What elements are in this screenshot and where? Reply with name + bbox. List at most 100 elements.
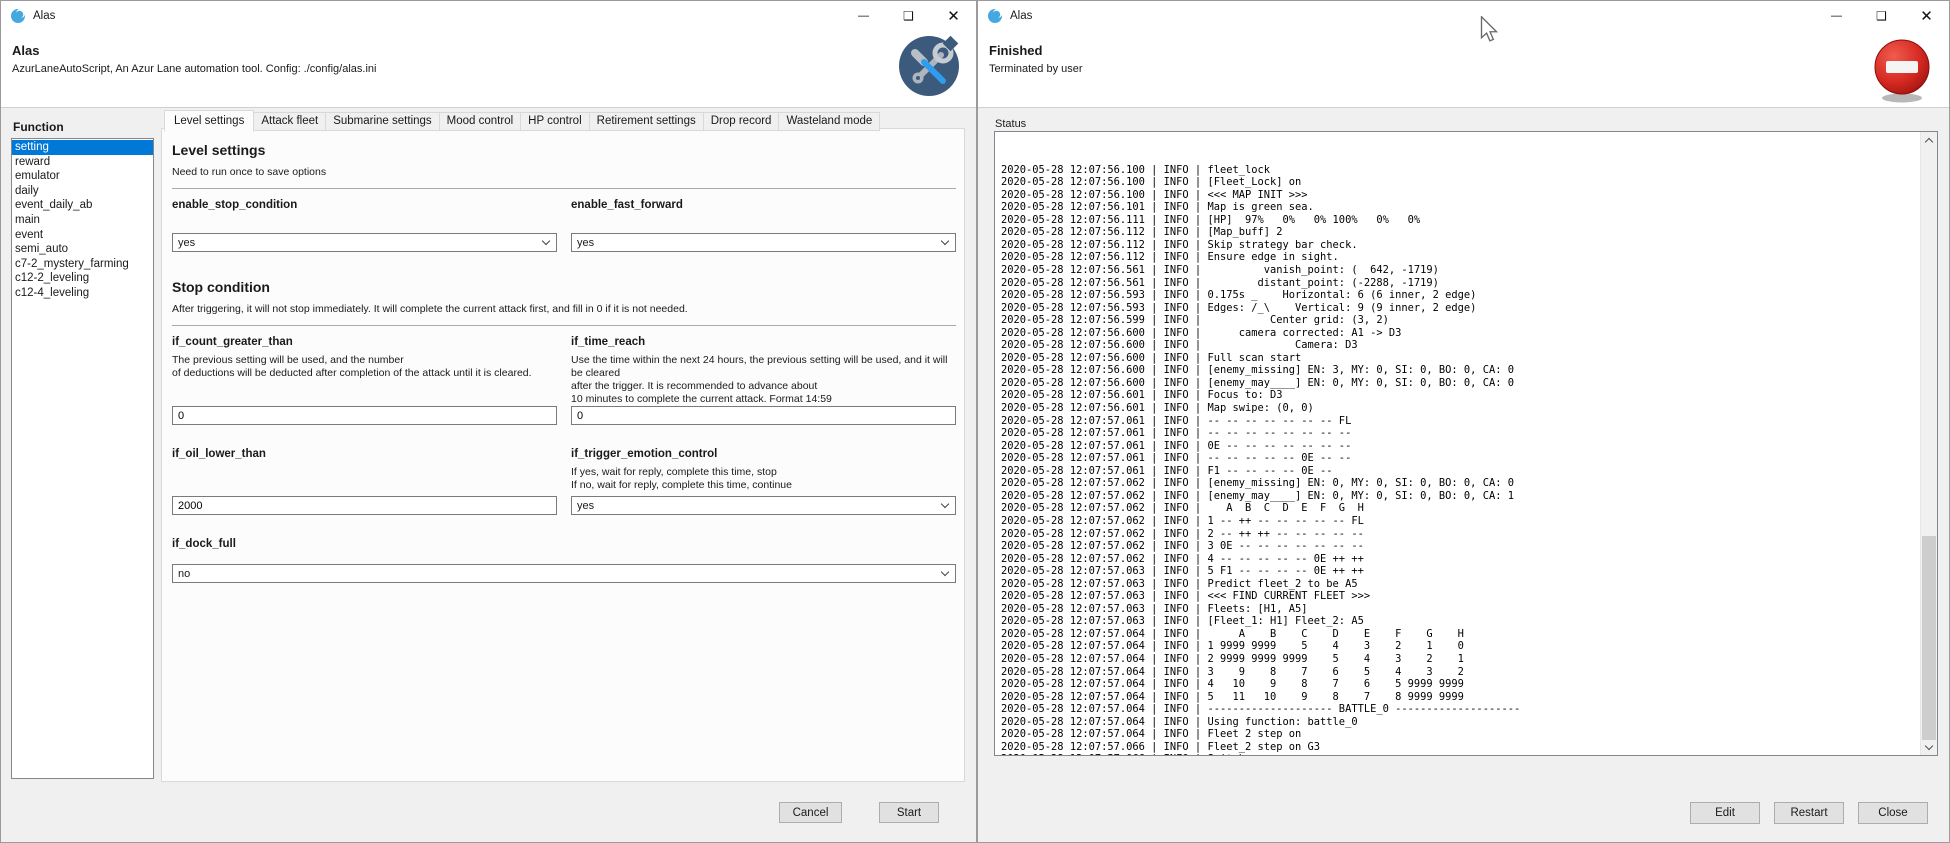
edit-button[interactable]: Edit [1690,802,1760,824]
log-line: 2020-05-28 12:07:57.061 | INFO | 0E -- -… [1001,440,1918,453]
enable-stop-condition-value: yes [178,237,195,249]
tools-badge-icon [896,34,962,100]
if-count-greater-than-input[interactable] [172,406,557,425]
log-line: 2020-05-28 12:07:56.593 | INFO | 0.175s … [1001,289,1918,302]
log-line: 2020-05-28 12:07:57.061 | INFO | F1 -- -… [1001,465,1918,478]
log-line: 2020-05-28 12:07:57.061 | INFO | -- -- -… [1001,427,1918,440]
log-output[interactable]: 2020-05-28 12:07:56.100 | INFO | fleet_l… [994,131,1938,756]
field-if-dock-full: if_dock_full no [172,538,956,583]
settings-tab[interactable]: HP control [521,112,589,131]
desktop: Alas — ❑ ✕ Alas AzurLaneAutoScript, An A… [0,0,1950,843]
log-line: 2020-05-28 12:07:56.112 | INFO | Ensure … [1001,251,1918,264]
if-oil-lower-than-input[interactable] [172,496,557,515]
function-list-item[interactable]: main [12,213,153,228]
log-line: 2020-05-28 12:07:57.063 | INFO | <<< FIN… [1001,590,1918,603]
log-line: 2020-05-28 12:07:57.062 | INFO | 4 -- --… [1001,553,1918,566]
log-line: 2020-05-28 12:07:56.593 | INFO | Edges: … [1001,302,1918,315]
function-list-item[interactable]: daily [12,184,153,199]
if-dock-full-select[interactable]: no [172,564,956,583]
log-line: 2020-05-28 12:07:57.064 | INFO | 1 9999 … [1001,640,1918,653]
if-time-reach-input[interactable] [571,406,956,425]
log-window: Alas — ❑ ✕ Finished Terminated by user [977,0,1950,843]
minimize-button[interactable]: — [1814,1,1859,30]
settings-tabstrip: Level settingsAttack fleetSubmarine sett… [164,110,880,131]
function-list-item[interactable]: semi_auto [12,242,153,257]
maximize-button[interactable]: ❑ [886,1,931,30]
section-help-level-settings: Need to run once to save options [172,166,956,178]
settings-tab[interactable]: Attack fleet [254,112,326,131]
log-line: 2020-05-28 12:07:56.111 | INFO | [HP] 97… [1001,214,1918,227]
scroll-up-icon[interactable] [1921,132,1937,148]
section-heading-stop-condition: Stop condition [172,279,956,295]
settings-tab[interactable]: Level settings [164,110,254,132]
maximize-button[interactable]: ❑ [1859,1,1904,30]
log-line: 2020-05-28 12:07:56.112 | INFO | [Map_bu… [1001,226,1918,239]
close-button[interactable]: ✕ [931,1,976,30]
function-list-item[interactable]: event [12,228,153,243]
settings-tab[interactable]: Wasteland mode [779,112,880,131]
chevron-down-icon [941,237,949,245]
function-list-item[interactable]: reward [12,155,153,170]
if-trigger-emotion-control-desc: If yes, wait for reply, complete this ti… [571,466,956,492]
field-enable-stop-condition: enable_stop_condition yes [172,199,557,252]
if-trigger-emotion-control-label: if_trigger_emotion_control [571,448,956,460]
enable-fast-forward-value: yes [577,237,594,249]
log-line: 2020-05-28 12:07:56.599 | INFO | Center … [1001,314,1918,327]
chevron-down-icon [542,237,550,245]
level-settings-tabpage: Level settings Need to run once to save … [161,128,965,782]
right-titlebar[interactable]: Alas — ❑ ✕ [978,1,1949,30]
chevron-down-icon [941,568,949,576]
function-list-item[interactable]: c7-2_mystery_farming [12,257,153,272]
minimize-button[interactable]: — [841,1,886,30]
settings-tab[interactable]: Submarine settings [326,112,439,131]
if-dock-full-label: if_dock_full [172,538,956,550]
settings-tab[interactable]: Drop record [704,112,780,131]
field-if-trigger-emotion-control: if_trigger_emotion_control If yes, wait … [571,448,956,515]
settings-tab[interactable]: Retirement settings [590,112,704,131]
start-button[interactable]: Start [879,802,939,823]
function-list-item[interactable]: emulator [12,169,153,184]
right-header: Finished Terminated by user [978,30,1949,108]
field-if-time-reach: if_time_reach Use the time within the ne… [571,336,956,425]
log-line: 2020-05-28 12:07:56.100 | INFO | <<< MAP… [1001,189,1918,202]
log-scrollbar[interactable] [1920,132,1937,755]
function-list-item[interactable]: setting [12,140,153,155]
function-list-item[interactable]: c12-4_leveling [12,286,153,301]
log-line: 2020-05-28 12:07:57.062 | INFO | A B C D… [1001,502,1918,515]
close-button[interactable]: ✕ [1904,1,1949,30]
log-line: 2020-05-28 12:07:57.064 | INFO | 3 9 8 7… [1001,666,1918,679]
cancel-button[interactable]: Cancel [779,802,842,823]
status-label: Status [995,118,1026,130]
log-line: 2020-05-28 12:07:57.062 | INFO | 3 0E --… [1001,540,1918,553]
if-trigger-emotion-control-select[interactable]: yes [571,496,956,515]
restart-button[interactable]: Restart [1774,802,1844,824]
log-line: 2020-05-28 12:07:56.600 | INFO | [enemy_… [1001,377,1918,390]
scrollbar-thumb[interactable] [1922,536,1936,740]
right-body: Status 2020-05-28 12:07:56.100 | INFO | … [978,109,1949,842]
settings-tab[interactable]: Mood control [440,112,521,131]
log-line: 2020-05-28 12:07:56.600 | INFO | Full sc… [1001,352,1918,365]
section-heading-level-settings: Level settings [172,142,956,158]
log-line: 2020-05-28 12:07:57.063 | INFO | 5 F1 --… [1001,565,1918,578]
log-line: 2020-05-28 12:07:57.066 | INFO | Fleet_2… [1001,741,1918,754]
log-line: 2020-05-28 12:07:57.064 | INFO | 5 11 10… [1001,691,1918,704]
close-dialog-button[interactable]: Close [1858,802,1928,824]
enable-fast-forward-select[interactable]: yes [571,233,956,252]
log-line: 2020-05-28 12:07:57.061 | INFO | -- -- -… [1001,415,1918,428]
log-line: 2020-05-28 12:07:56.600 | INFO | camera … [1001,327,1918,340]
if-dock-full-value: no [178,568,190,580]
finished-title: Finished [989,43,1949,58]
left-window-title: Alas [33,10,55,22]
enable-stop-condition-select[interactable]: yes [172,233,557,252]
log-line: 2020-05-28 12:07:57.063 | INFO | Fleets:… [1001,603,1918,616]
function-list-item[interactable]: c12-2_leveling [12,271,153,286]
left-header-title: Alas [12,43,976,58]
function-panel-label: Function [13,120,64,134]
scroll-down-icon[interactable] [1921,739,1937,755]
left-header: Alas AzurLaneAutoScript, An Azur Lane au… [1,30,976,108]
left-titlebar[interactable]: Alas — ❑ ✕ [1,1,976,30]
log-line: 2020-05-28 12:07:56.100 | INFO | [Fleet_… [1001,176,1918,189]
function-list-item[interactable]: event_daily_ab [12,198,153,213]
log-line: 2020-05-28 12:07:57.063 | INFO | Predict… [1001,578,1918,591]
divider [172,188,956,189]
